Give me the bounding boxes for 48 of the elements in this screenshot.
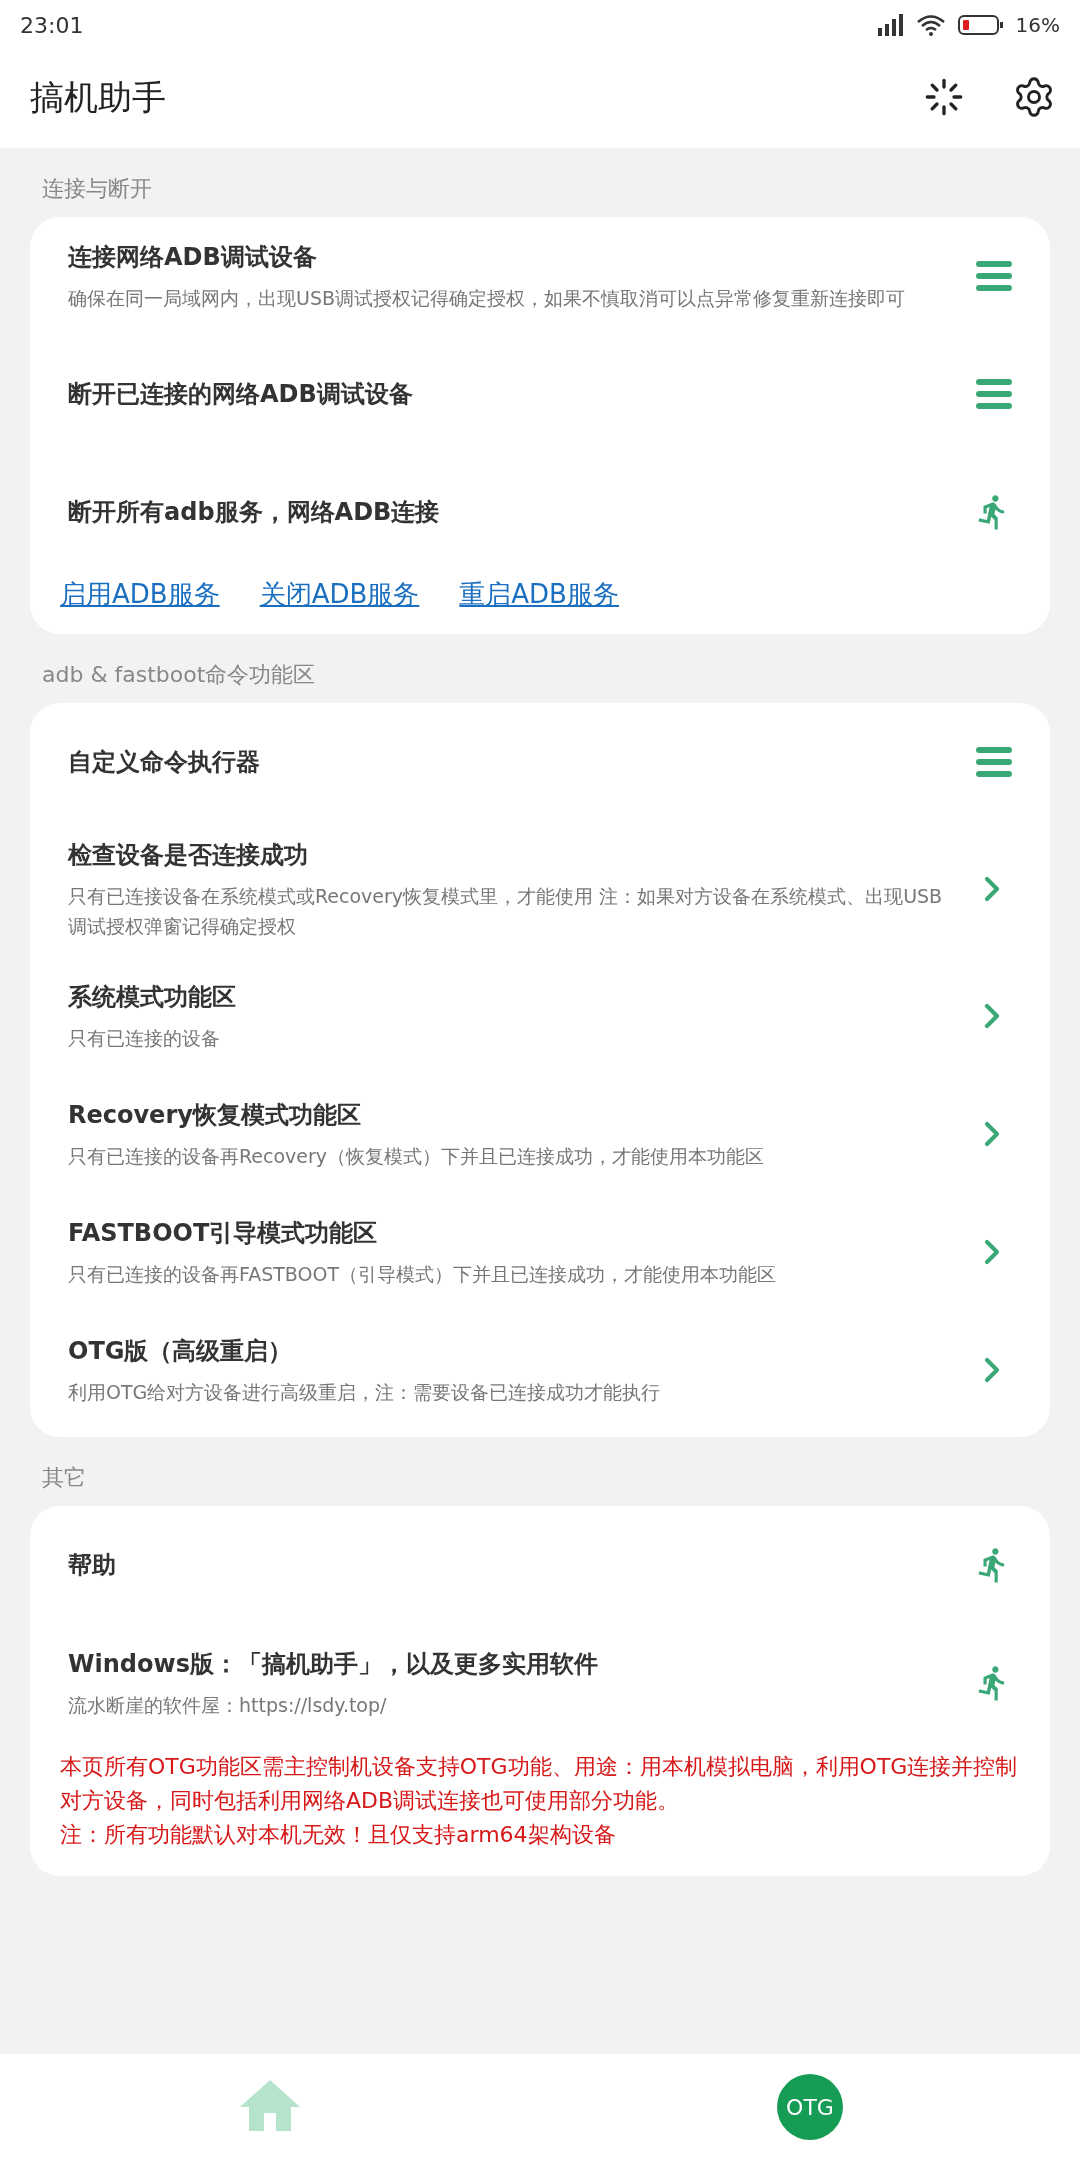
item-description: 只有已连接的设备再Recovery（恢复模式）下并且已连接成功，才能使用本功能区: [68, 1144, 766, 1169]
list-item[interactable]: 断开已连接的网络ADB调试设备: [30, 335, 1050, 453]
section-header: adb & fastboot命令功能区: [41, 661, 317, 689]
item-title: 连接网络ADB调试设备: [68, 242, 318, 273]
menu-icon: [976, 260, 1012, 292]
item-title: OTG版（高级重启）: [68, 1336, 294, 1367]
item-title: 系统模式功能区: [68, 982, 237, 1013]
item-description: 流水断崖的软件屋：https://lsdy.top/: [68, 1693, 388, 1718]
item-description: 只有已连接的设备: [68, 1026, 221, 1051]
menu-icon: [976, 746, 1012, 778]
list-item[interactable]: 检查设备是否连接成功 只有已连接设备在系统模式或Recovery恢复模式里，才能使用 注：如果对方设备在系统模式、出现USB调试授权弹窗记得确定授权: [30, 821, 1050, 957]
item-title: Windows版：「搞机助手」，以及更多实用软件: [68, 1649, 599, 1680]
item-description: 确保在同一局域网内，出现USB调试授权记得确定授权，如果不慎取消可以点异常修复重新连接即可: [68, 286, 906, 311]
link[interactable]: 启用ADB服务: [60, 575, 220, 614]
item-description: 只有已连接的设备再FASTBOOT（引导模式）下并且已连接成功，才能使用本功能区: [68, 1262, 778, 1287]
list-item[interactable]: 系统模式功能区 只有已连接的设备: [30, 957, 1050, 1075]
item-title: 帮助: [68, 1550, 117, 1581]
menu-icon: [976, 378, 1012, 410]
item-title: FASTBOOT引导模式功能区: [68, 1218, 379, 1249]
item-title: 检查设备是否连接成功: [68, 840, 309, 871]
app-title: 搞机助手: [30, 75, 166, 119]
list-item[interactable]: 自定义命令执行器: [30, 703, 1050, 821]
item-title: Recovery恢复模式功能区: [68, 1100, 362, 1131]
list-item[interactable]: FASTBOOT引导模式功能区 只有已连接的设备再FASTBOOT（引导模式）下并且已连接成功，才能使用本功能区: [30, 1193, 1050, 1311]
list-item[interactable]: Windows版：「搞机助手」，以及更多实用软件 流水断崖的软件屋：https://lsdy.top/: [30, 1624, 1050, 1742]
link[interactable]: 关闭ADB服务: [259, 575, 420, 614]
item-title: 自定义命令执行器: [68, 747, 261, 778]
list-item[interactable]: 帮助: [30, 1506, 1050, 1624]
list-item[interactable]: 断开所有adb服务，网络ADB连接: [30, 453, 1050, 571]
section-header: 连接与断开: [41, 175, 153, 203]
item-description: 利用OTG给对方设备进行高级重启，注：需要设备已连接成功才能执行: [68, 1380, 662, 1405]
item-title: 断开所有adb服务，网络ADB连接: [68, 497, 441, 528]
status-time: 23:01: [20, 11, 84, 40]
otg-tab[interactable]: OTG: [777, 2074, 843, 2140]
wifi-icon: [915, 14, 946, 36]
battery-icon: [957, 14, 1004, 36]
loading-icon[interactable]: [924, 77, 964, 117]
section-header: 其它: [41, 1464, 87, 1492]
battery-level: 16%: [1015, 12, 1060, 39]
warning-note: 注：所有功能默认对本机无效！且仅支持arm64架构设备: [60, 1821, 617, 1849]
signal-icon: [875, 14, 904, 36]
list-item[interactable]: 连接网络ADB调试设备 确保在同一局域网内，出现USB调试授权记得确定授权，如果不慎取消可以点异常修复重新连接即可: [30, 217, 1050, 335]
item-description: 只有已连接设备在系统模式或Recovery恢复模式里，才能使用 注：如果对方设备在系统模式、出现USB调试授权弹窗记得确定授权: [68, 884, 944, 939]
list-item[interactable]: OTG版（高级重启） 利用OTG给对方设备进行高级重启，注：需要设备已连接成功才能执行: [30, 1311, 1050, 1429]
list-item[interactable]: Recovery恢复模式功能区 只有已连接的设备再Recovery（恢复模式）下并且已连接成功，才能使用本功能区: [30, 1075, 1050, 1193]
link[interactable]: 重启ADB服务: [459, 575, 619, 614]
warning-note: 本页所有OTG功能区需主控制机设备支持OTG功能、用途：用本机模拟电脑，利用OTG连接并控制对方设备，同时包括利用网络ADB调试连接也可使用部分功能。: [60, 1753, 1019, 1815]
item-title: 断开已连接的网络ADB调试设备: [68, 379, 414, 410]
